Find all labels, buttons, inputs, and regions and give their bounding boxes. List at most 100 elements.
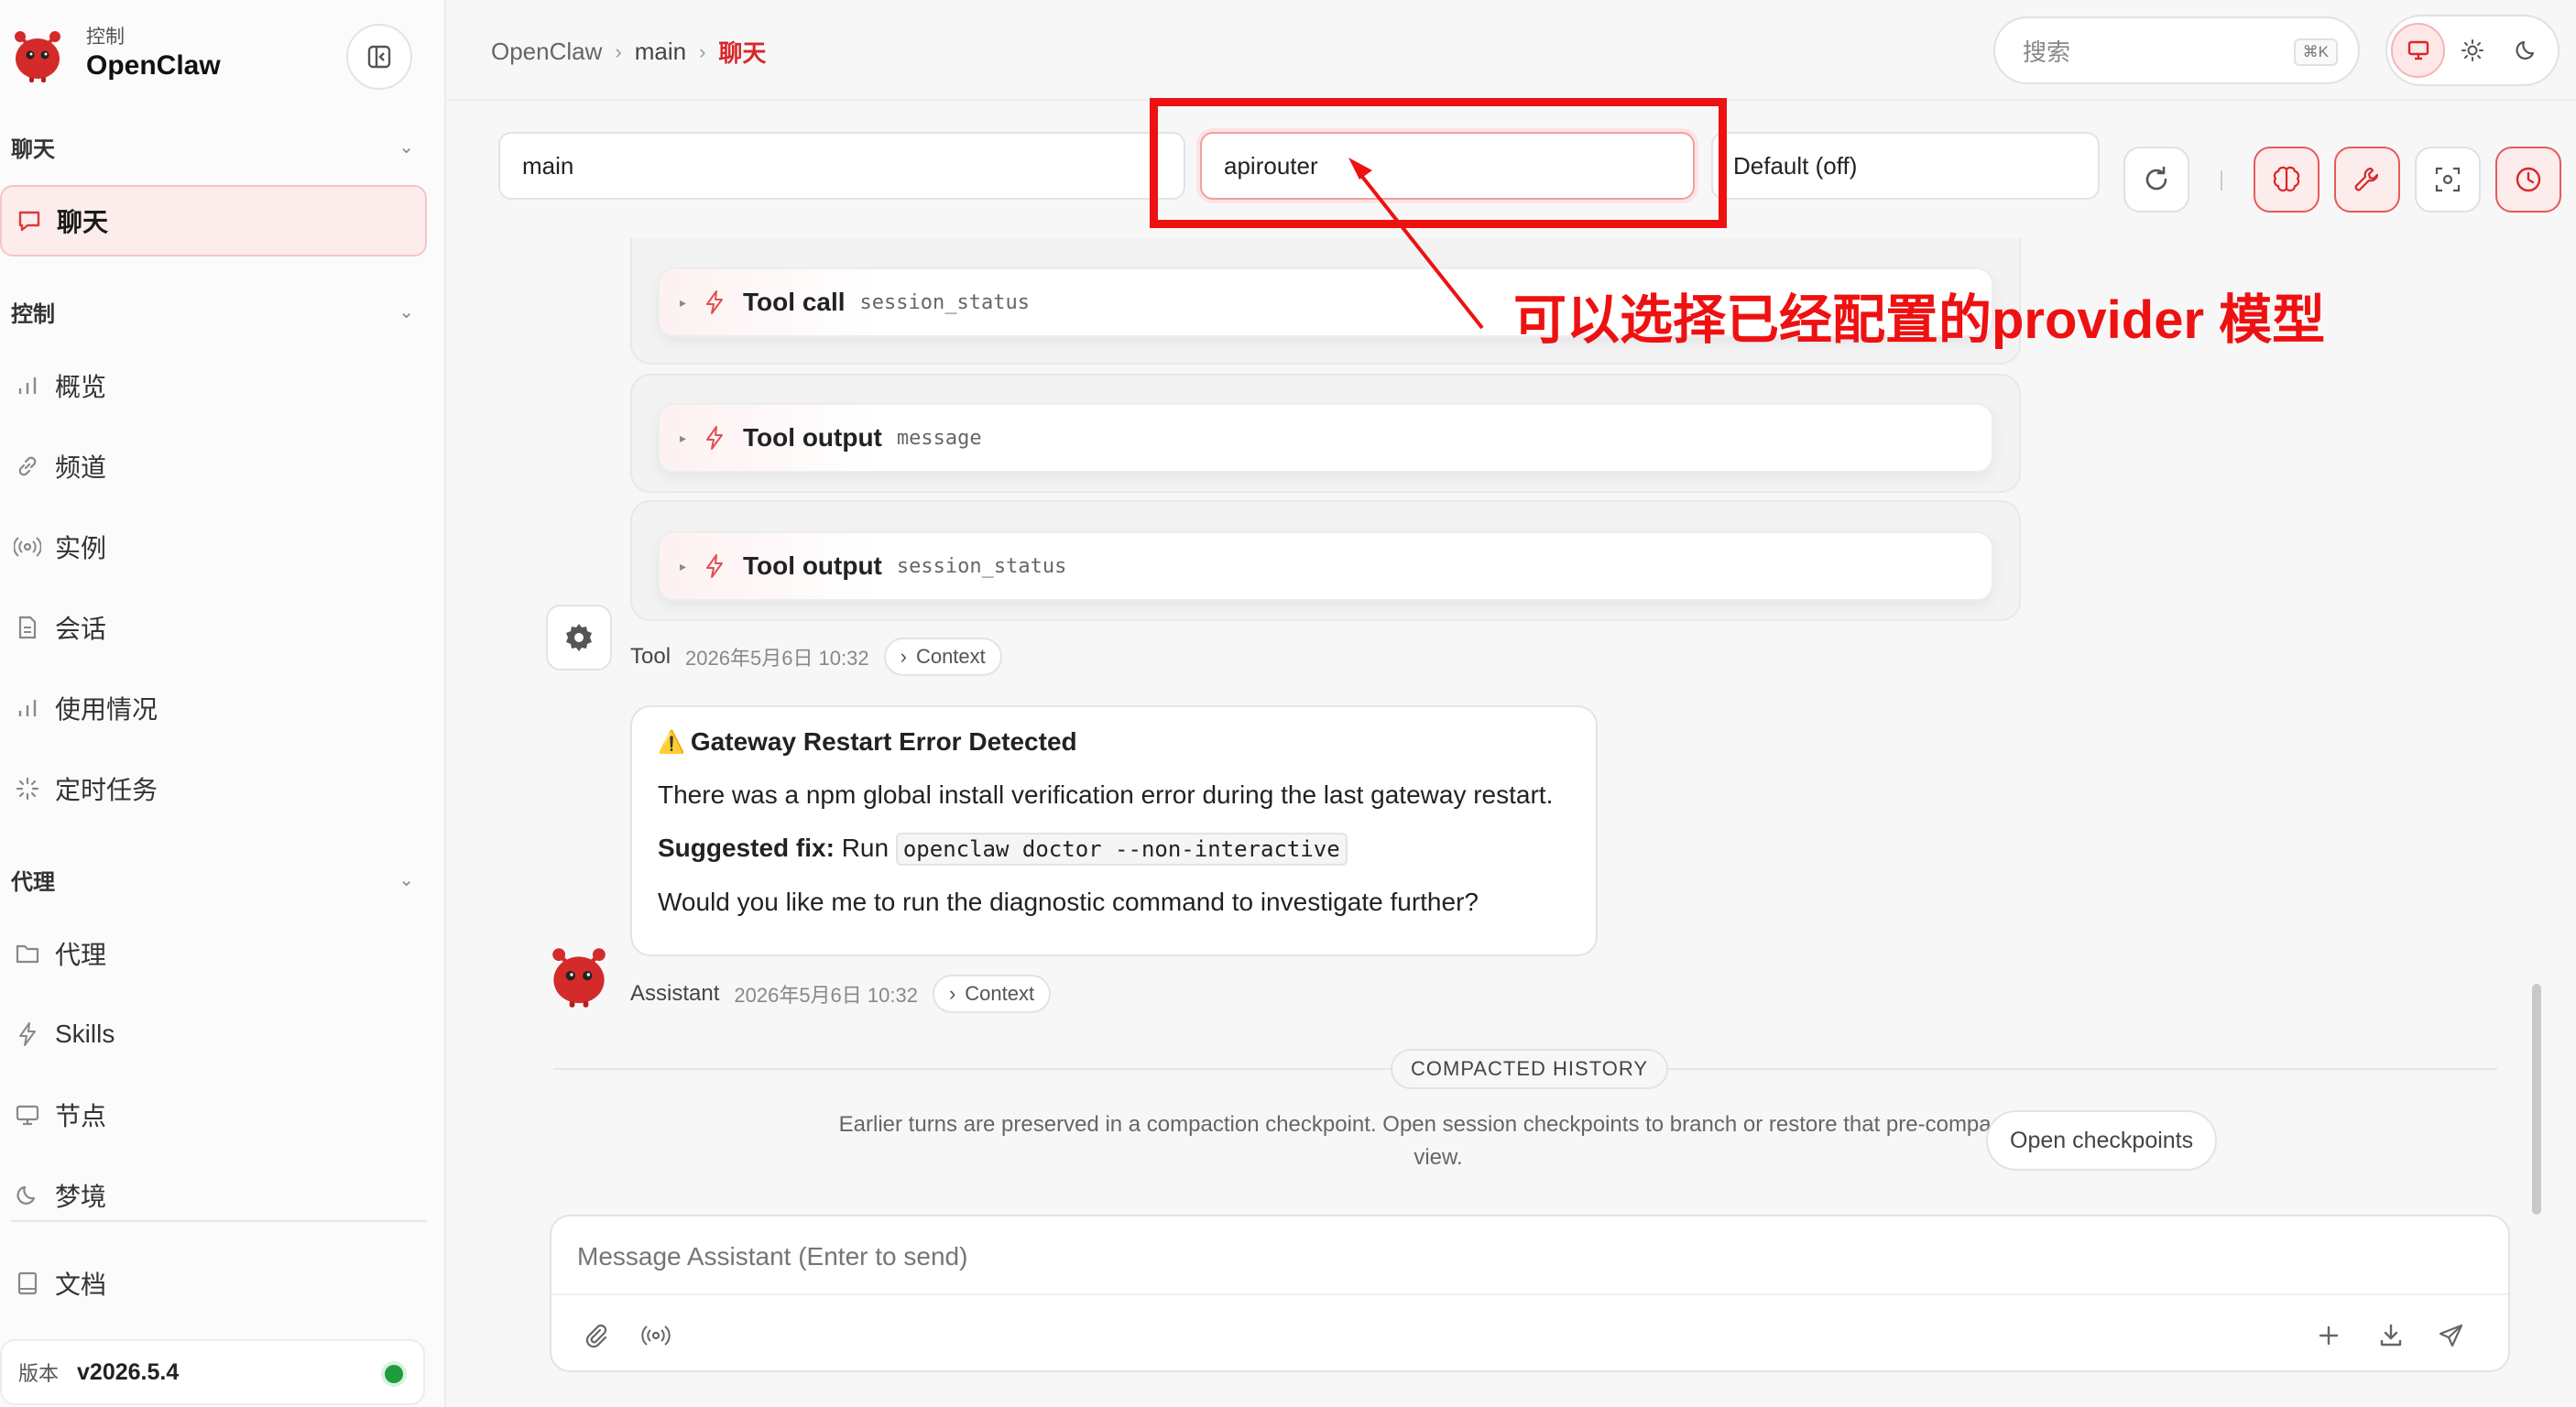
sidebar-item-instances[interactable]: 实例 [0,511,427,583]
message-timestamp: 2026年5月6日 10:32 [685,647,869,670]
history-toggle-button[interactable] [2495,147,2561,213]
message-input[interactable] [577,1242,2318,1271]
attach-button[interactable] [577,1317,614,1354]
session-select-value: main [522,151,574,180]
sidebar-item-skills[interactable]: Skills [0,998,427,1070]
message-composer [550,1215,2510,1372]
breadcrumb-item[interactable]: main [635,38,686,66]
tool-output-row[interactable]: ▸ Tool output message [658,403,1993,473]
loader-icon [13,774,42,803]
refresh-button[interactable] [2123,147,2189,213]
section-control[interactable]: 控制 ⌄ [11,293,414,330]
brand-name: OpenClaw [86,50,221,81]
fix-label: Suggested fix: [658,834,835,862]
open-checkpoints-button[interactable]: Open checkpoints [1986,1110,2218,1171]
tool-message-meta: Tool 2026年5月6日 10:32 › Context [630,638,1002,676]
tool-avatar [546,605,612,671]
brain-icon [2273,166,2300,192]
search-placeholder: 搜索 [2023,38,2071,66]
sender-name: Tool [630,644,671,669]
sidebar-item-nodes[interactable]: 节点 [0,1079,427,1151]
brand[interactable]: 控制 OpenClaw [7,24,221,84]
section-label: 代理 [11,869,55,895]
tool-arg: message [896,426,982,450]
paperclip-icon [585,1324,607,1348]
new-session-button[interactable] [2310,1317,2347,1354]
tool-output-row[interactable]: ▸ Tool output session_status [658,531,1993,601]
chevron-down-icon: ⌄ [398,301,414,322]
bolt-icon [706,426,724,450]
fix-run-text: Run [841,834,890,862]
theme-system-button[interactable] [2391,23,2446,78]
section-chat[interactable]: 聊天 ⌄ [11,128,414,165]
sidebar-item-label: 使用情况 [55,695,158,724]
status-dot [385,1365,403,1383]
fix-command: openclaw doctor --non-interactive [895,833,1348,866]
breadcrumb-item[interactable]: OpenClaw [491,38,602,66]
sidebar-item-sessions[interactable]: 会话 [0,592,427,663]
bar-chart-icon [13,371,42,400]
sidebar-item-label: 梦境 [55,1183,107,1211]
breadcrumb-separator-icon: › [699,39,706,63]
message-line: There was a npm global install verificat… [658,780,1554,809]
document-icon [13,613,42,642]
sidebar-item-label: 实例 [55,534,107,562]
chevron-right-icon: › [900,645,907,668]
tool-output-card: ▸ Tool output session_status [630,500,2021,621]
assistant-message-meta: Assistant 2026年5月6日 10:32 › Context [630,975,1052,1013]
breadcrumb-current: 聊天 [718,39,767,67]
search-input[interactable]: 搜索 ⌘K [1993,16,2360,84]
sidebar-item-cron[interactable]: 定时任务 [0,753,427,824]
section-agents[interactable]: 代理 ⌄ [11,861,414,898]
assistant-avatar-icon [552,948,606,1008]
sidebar-item-label: Skills [55,1020,115,1048]
link-icon [13,452,42,481]
tools-toggle-button[interactable] [2334,147,2400,213]
tool-arg: session_status [859,290,1030,314]
sidebar-item-label: 频道 [55,453,107,482]
thinking-level-select[interactable]: Default (off) [1711,132,2100,200]
chat-scrollbar[interactable] [2532,984,2541,1215]
theme-light-button[interactable] [2445,23,2499,78]
sidebar: 控制 OpenClaw 聊天 ⌄ 聊天 控制 ⌄ 概览 频道 实例 会话 使用情… [0,0,446,1407]
voice-button[interactable] [638,1317,674,1354]
collapse-sidebar-button[interactable] [346,24,412,90]
sidebar-item-overview[interactable]: 概览 [0,350,427,421]
theme-dark-button[interactable] [2500,23,2554,78]
focus-scan-icon [2435,167,2461,192]
refresh-icon [2145,166,2167,191]
composer-divider [551,1293,2508,1295]
context-button[interactable]: › Context [932,975,1052,1013]
breadcrumb-separator-icon: › [615,39,622,63]
sidebar-item-agents[interactable]: 代理 [0,918,427,989]
context-button[interactable]: › Context [883,638,1002,676]
focus-mode-button[interactable] [2415,147,2481,213]
message-heading-text: Gateway Restart Error Detected [690,727,1077,756]
version-label: 版本 [18,1362,60,1385]
sidebar-item-docs[interactable]: 文档 [0,1248,427,1319]
export-button[interactable] [2373,1317,2409,1354]
chat-bubble-icon [15,206,44,235]
annotation-highlight-box [1150,98,1727,228]
clock-icon [2516,167,2541,192]
sidebar-divider [11,1220,427,1222]
moon-icon [2516,40,2535,60]
thinking-level-value: Default (off) [1733,151,1858,180]
bolt-icon [13,1020,42,1049]
monitor-icon [2407,40,2429,60]
chevron-down-icon: ⌄ [398,869,414,890]
sidebar-item-chat[interactable]: 聊天 [0,185,427,256]
monitor-icon [13,1100,42,1129]
tool-output-card: ▸ Tool output message [630,374,2021,493]
sidebar-item-usage[interactable]: 使用情况 [0,672,427,744]
message-heading: ⚠️ Gateway Restart Error Detected [658,727,1570,757]
bar-chart-icon [13,693,42,723]
chevron-down-icon: ⌄ [398,136,414,158]
sidebar-item-label: 定时任务 [55,776,158,804]
sidebar-item-channels[interactable]: 频道 [0,431,427,502]
send-button[interactable] [2433,1317,2470,1354]
session-select[interactable]: main [498,132,1185,200]
thinking-toggle-button[interactable] [2254,147,2319,213]
sidebar-item-label: 概览 [55,373,107,401]
book-icon [13,1269,42,1298]
